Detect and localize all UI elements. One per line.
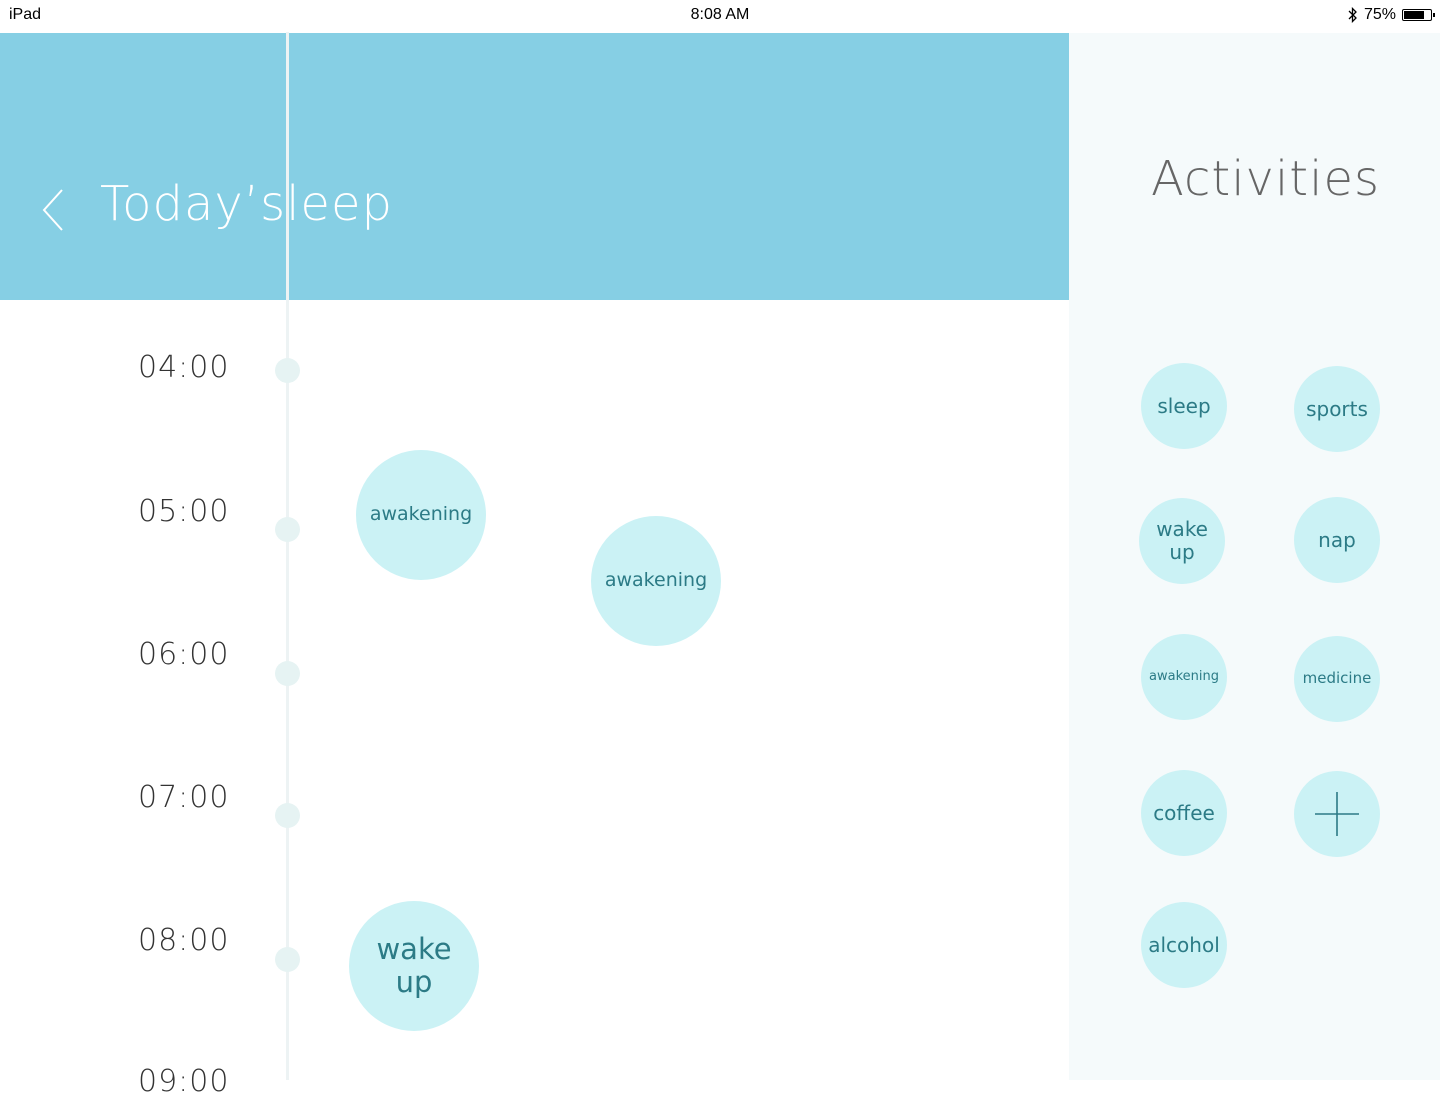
activities-panel: Activities <box>1069 33 1440 1080</box>
battery-percent: 75% <box>1363 6 1396 23</box>
timeline-dot <box>275 947 300 972</box>
activity-label: coffee <box>1153 800 1215 825</box>
timeline-event-awakening[interactable]: awakening <box>356 450 486 580</box>
event-label: awakening <box>369 503 473 526</box>
timeline-event-awakening[interactable]: awakening <box>591 516 721 646</box>
add-activity-button[interactable] <box>1294 771 1380 857</box>
timeline-dot <box>275 358 300 383</box>
activity-wake-up[interactable]: wake up <box>1139 498 1225 584</box>
activity-nap[interactable]: nap <box>1294 497 1380 583</box>
battery-icon <box>1402 9 1435 21</box>
timeline-dot <box>275 803 300 828</box>
event-label: wake up <box>376 931 452 999</box>
activity-medicine[interactable]: medicine <box>1294 636 1380 722</box>
time-label: 06:00 <box>138 637 230 672</box>
status-right-group: 75% <box>1348 4 1435 26</box>
event-label: awakening <box>604 569 708 592</box>
page-title: Today’sleep <box>100 176 393 232</box>
activity-label: sports <box>1306 396 1368 421</box>
time-label: 07:00 <box>138 780 230 815</box>
activities-title: Activities <box>1151 151 1380 207</box>
activity-label: alcohol <box>1148 932 1220 957</box>
status-time: 8:08 AM <box>690 6 750 23</box>
header: Today’sleep <box>0 33 1069 300</box>
time-label: 04:00 <box>138 350 230 385</box>
status-bar: iPad 8:08 AM 75% <box>0 0 1440 32</box>
time-label: 08:00 <box>138 923 230 958</box>
time-label: 05:00 <box>138 494 230 529</box>
activity-sports[interactable]: sports <box>1294 366 1380 452</box>
activity-coffee[interactable]: coffee <box>1141 770 1227 856</box>
battery-fill <box>1404 11 1424 19</box>
activity-label: medicine <box>1302 669 1372 688</box>
activity-label: nap <box>1318 527 1356 552</box>
timeline-event-wake-up[interactable]: wake up <box>349 901 479 1031</box>
activity-label: sleep <box>1157 393 1211 418</box>
activity-label: awakening <box>1149 668 1219 684</box>
plus-icon <box>1315 792 1359 836</box>
chevron-left-icon[interactable] <box>40 188 68 232</box>
bluetooth-icon <box>1348 7 1357 23</box>
activity-label: wake up <box>1156 517 1208 564</box>
activity-alcohol[interactable]: alcohol <box>1141 902 1227 988</box>
time-label: 09:00 <box>138 1064 230 1099</box>
activity-awakening[interactable]: awakening <box>1141 634 1227 720</box>
activity-sleep[interactable]: sleep <box>1141 363 1227 449</box>
timeline-dot <box>275 517 300 542</box>
timeline-dot <box>275 661 300 686</box>
